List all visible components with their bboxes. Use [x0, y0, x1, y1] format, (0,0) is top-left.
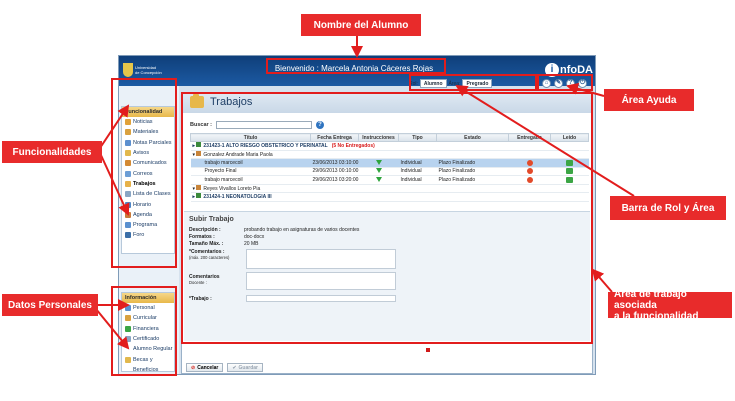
features-box	[111, 78, 177, 268]
shield-icon	[123, 63, 133, 77]
callout-work-area-line2: a la funcionalidad	[614, 310, 699, 322]
cancel-label: Cancelar	[197, 364, 219, 371]
student-name-box	[266, 58, 446, 74]
callout-work-area: Área de trabajo asociada a la funcionali…	[608, 288, 732, 322]
callout-work-area-line1: Área de trabajo asociada	[614, 288, 687, 311]
page-marker	[426, 348, 430, 352]
form-buttons: ⊘ Cancelar ✔ Guardar	[186, 363, 263, 372]
work-area-box	[181, 92, 593, 344]
callout-features: Funcionalidades	[2, 141, 102, 163]
uni-line-2: de Concepción	[135, 70, 162, 75]
cancel-icon: ⊘	[191, 364, 196, 371]
callout-role-area: Barra de Rol y Área	[610, 196, 726, 220]
cancel-button[interactable]: ⊘ Cancelar	[186, 363, 224, 372]
personal-data-box	[111, 286, 177, 376]
stage: Universidad de Concepción Bienvenido : M…	[0, 0, 735, 401]
callout-help-area: Área Ayuda	[604, 89, 694, 111]
save-icon: ✔	[232, 364, 237, 371]
save-button[interactable]: ✔ Guardar	[227, 363, 263, 372]
help-area-box	[537, 74, 593, 91]
callout-student-name: Nombre del Alumno	[301, 14, 421, 36]
save-label: Guardar	[238, 364, 258, 371]
callout-personal-data: Datos Personales	[2, 294, 98, 316]
role-area-box	[409, 74, 537, 91]
university-name: Universidad de Concepción	[135, 65, 162, 75]
